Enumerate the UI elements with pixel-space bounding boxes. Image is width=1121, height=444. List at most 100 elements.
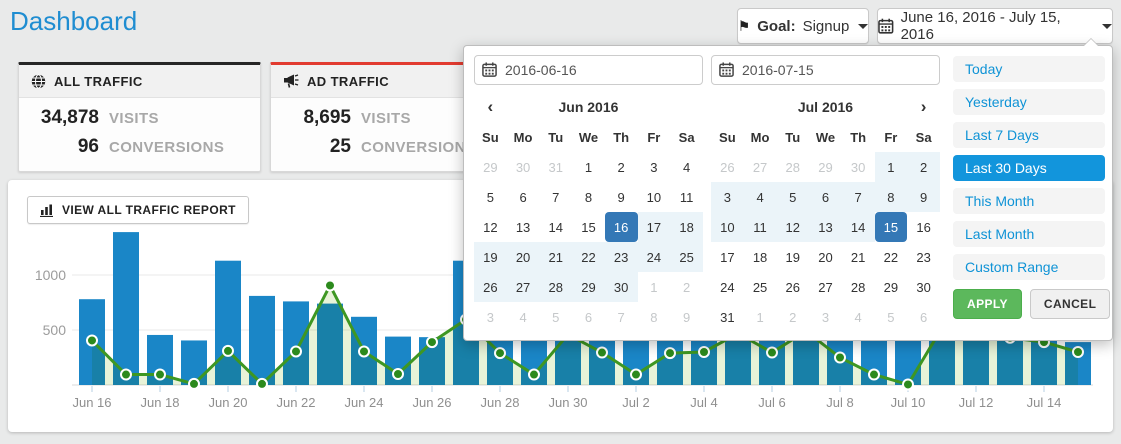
day-cell[interactable]: 26: [776, 272, 809, 302]
day-cell[interactable]: 5: [539, 302, 572, 332]
day-cell[interactable]: 2: [605, 152, 638, 182]
conversions-point-jul-6[interactable]: [767, 348, 777, 358]
day-cell[interactable]: 19: [776, 242, 809, 272]
view-all-traffic-report-button[interactable]: VIEW ALL TRAFFIC REPORT: [27, 196, 249, 224]
day-cell[interactable]: 10: [711, 212, 744, 242]
day-cell[interactable]: 28: [776, 152, 809, 182]
next-month-button[interactable]: ›: [907, 92, 940, 122]
cancel-button[interactable]: CANCEL: [1030, 289, 1110, 319]
conversions-point-jun-18[interactable]: [155, 370, 165, 380]
start-date-input[interactable]: [474, 55, 703, 85]
day-cell[interactable]: 18: [670, 212, 703, 242]
day-cell[interactable]: 6: [907, 302, 940, 332]
day-cell[interactable]: 2: [907, 152, 940, 182]
day-cell[interactable]: 13: [507, 212, 540, 242]
day-cell[interactable]: 30: [842, 152, 875, 182]
day-cell[interactable]: 8: [572, 182, 605, 212]
day-cell[interactable]: 3: [711, 182, 744, 212]
day-cell[interactable]: 25: [670, 242, 703, 272]
day-cell[interactable]: 13: [809, 212, 842, 242]
day-cell[interactable]: 7: [842, 182, 875, 212]
range-option-this-month[interactable]: This Month: [953, 188, 1105, 214]
conversions-point-jun-26[interactable]: [427, 337, 437, 347]
conversions-point-jun-21[interactable]: [257, 379, 267, 389]
day-cell[interactable]: 29: [474, 152, 507, 182]
conversions-point-jun-16[interactable]: [87, 335, 97, 345]
selected-day-cell[interactable]: 16: [605, 212, 638, 242]
day-cell[interactable]: 6: [809, 182, 842, 212]
conversions-point-jun-24[interactable]: [359, 346, 369, 356]
day-cell[interactable]: 4: [670, 152, 703, 182]
day-cell[interactable]: 9: [605, 182, 638, 212]
day-cell[interactable]: 6: [507, 182, 540, 212]
day-cell[interactable]: 4: [842, 302, 875, 332]
day-cell[interactable]: 11: [670, 182, 703, 212]
day-cell[interactable]: 8: [875, 182, 908, 212]
day-cell[interactable]: 1: [638, 272, 671, 302]
day-cell[interactable]: 9: [670, 302, 703, 332]
conversions-point-jul-15[interactable]: [1073, 347, 1083, 357]
day-cell[interactable]: 12: [474, 212, 507, 242]
conversions-point-jul-4[interactable]: [699, 347, 709, 357]
selected-day-cell[interactable]: 15: [875, 212, 908, 242]
day-cell[interactable]: 18: [744, 242, 777, 272]
day-cell[interactable]: 5: [776, 182, 809, 212]
day-cell[interactable]: 8: [638, 302, 671, 332]
day-cell[interactable]: 27: [507, 272, 540, 302]
day-cell[interactable]: 15: [572, 212, 605, 242]
day-cell[interactable]: 4: [744, 182, 777, 212]
day-cell[interactable]: 3: [638, 152, 671, 182]
prev-month-button[interactable]: ‹: [474, 92, 507, 122]
conversions-point-jun-17[interactable]: [121, 370, 131, 380]
conversions-point-jun-29[interactable]: [529, 370, 539, 380]
conversions-point-jul-8[interactable]: [835, 353, 845, 363]
day-cell[interactable]: 26: [711, 152, 744, 182]
day-cell[interactable]: 14: [842, 212, 875, 242]
day-cell[interactable]: 19: [474, 242, 507, 272]
goal-dropdown-button[interactable]: ⚑ Goal: Signup: [737, 8, 869, 44]
day-cell[interactable]: 7: [605, 302, 638, 332]
day-cell[interactable]: 21: [842, 242, 875, 272]
day-cell[interactable]: 17: [711, 242, 744, 272]
range-option-last-month[interactable]: Last Month: [953, 221, 1105, 247]
conversions-point-jun-25[interactable]: [393, 369, 403, 379]
day-cell[interactable]: 20: [809, 242, 842, 272]
conversions-point-jun-22[interactable]: [291, 346, 301, 356]
range-option-yesterday[interactable]: Yesterday: [953, 89, 1105, 115]
day-cell[interactable]: 31: [711, 302, 744, 332]
day-cell[interactable]: 3: [809, 302, 842, 332]
conversions-point-jul-3[interactable]: [665, 348, 675, 358]
conversions-point-jun-19[interactable]: [189, 379, 199, 389]
day-cell[interactable]: 6: [572, 302, 605, 332]
conversions-point-jul-1[interactable]: [597, 348, 607, 358]
conversions-point-jul-10[interactable]: [903, 379, 913, 389]
day-cell[interactable]: 21: [539, 242, 572, 272]
day-cell[interactable]: 27: [809, 272, 842, 302]
day-cell[interactable]: 22: [572, 242, 605, 272]
day-cell[interactable]: 26: [474, 272, 507, 302]
range-option-today[interactable]: Today: [953, 56, 1105, 82]
conversions-point-jul-2[interactable]: [631, 370, 641, 380]
day-cell[interactable]: 1: [875, 152, 908, 182]
day-cell[interactable]: 20: [507, 242, 540, 272]
day-cell[interactable]: 12: [776, 212, 809, 242]
end-date-input[interactable]: [711, 55, 940, 85]
day-cell[interactable]: 3: [474, 302, 507, 332]
date-range-button[interactable]: June 16, 2016 - July 15, 2016: [877, 8, 1113, 44]
day-cell[interactable]: 9: [907, 182, 940, 212]
day-cell[interactable]: 24: [711, 272, 744, 302]
range-option-last-7-days[interactable]: Last 7 Days: [953, 122, 1105, 148]
day-cell[interactable]: 31: [539, 152, 572, 182]
day-cell[interactable]: 29: [809, 152, 842, 182]
day-cell[interactable]: 5: [875, 302, 908, 332]
range-option-last-30-days[interactable]: Last 30 Days: [953, 155, 1105, 181]
apply-button[interactable]: APPLY: [953, 289, 1022, 319]
visits-bar-jun-17[interactable]: [113, 232, 139, 385]
day-cell[interactable]: 22: [875, 242, 908, 272]
conversions-point-jul-9[interactable]: [869, 370, 879, 380]
day-cell[interactable]: 4: [507, 302, 540, 332]
range-option-custom-range[interactable]: Custom Range: [953, 254, 1105, 280]
day-cell[interactable]: 30: [605, 272, 638, 302]
day-cell[interactable]: 1: [744, 302, 777, 332]
conversions-point-jun-20[interactable]: [223, 346, 233, 356]
